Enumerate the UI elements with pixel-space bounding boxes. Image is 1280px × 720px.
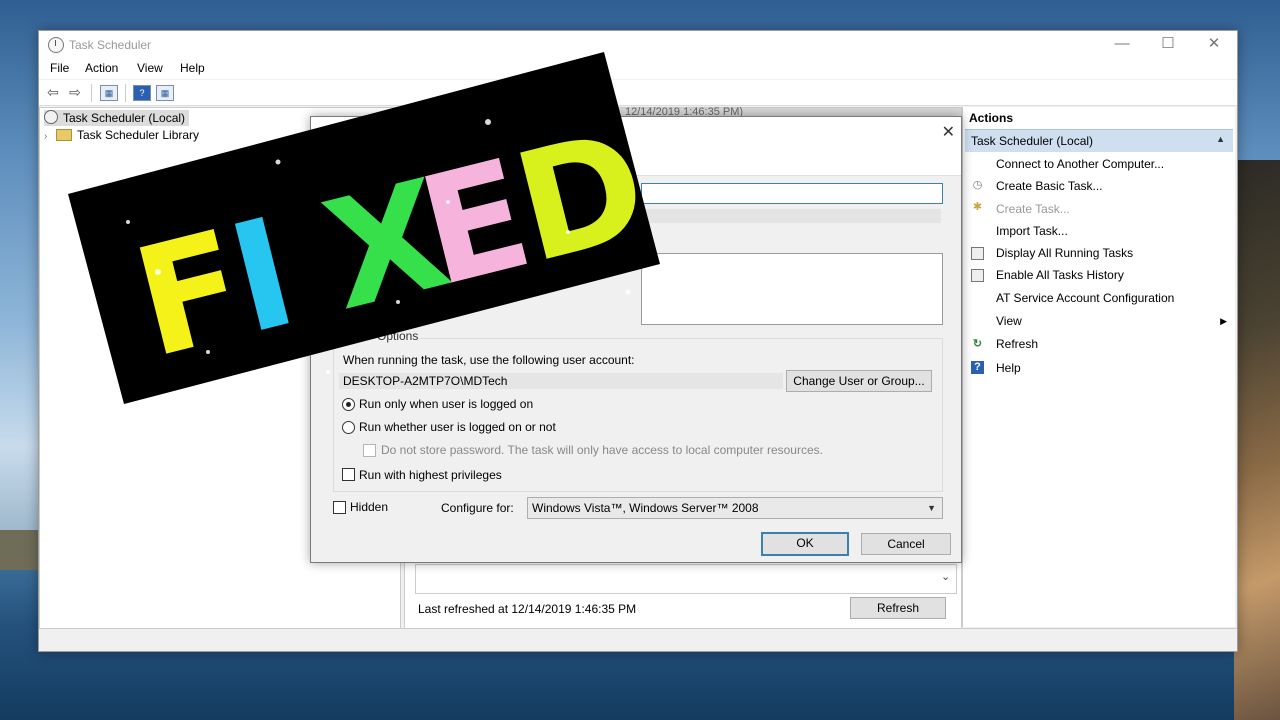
actions-section-label: Task Scheduler (Local): [971, 134, 1094, 148]
task-name-input[interactable]: [641, 183, 943, 204]
security-options-title: Options: [375, 329, 421, 343]
show-hide-console-tree-icon[interactable]: ▦: [100, 85, 118, 101]
close-icon[interactable]: ✕: [942, 122, 955, 142]
description-input[interactable]: [641, 253, 943, 325]
tree-item-task-scheduler-library[interactable]: › Task Scheduler Library: [44, 127, 199, 143]
folder-icon: [56, 129, 72, 141]
ok-button[interactable]: OK: [761, 532, 849, 556]
toolbar-separator: [125, 84, 126, 102]
maximize-button[interactable]: ☐: [1145, 31, 1191, 59]
chevron-down-icon: ▼: [927, 503, 936, 513]
clock-icon: [44, 110, 58, 124]
dialog-tabs: [311, 147, 961, 176]
action-enable-history[interactable]: Enable All Tasks History: [996, 268, 1124, 282]
action-create-basic-task[interactable]: Create Basic Task...: [996, 179, 1103, 193]
refresh-icon: ↻: [972, 338, 983, 350]
action-connect[interactable]: Connect to Another Computer...: [996, 157, 1164, 171]
chevron-right-icon[interactable]: ›: [44, 129, 56, 145]
show-hide-action-pane-icon[interactable]: ▦: [156, 85, 174, 101]
menu-view[interactable]: View: [137, 61, 163, 75]
action-display-running[interactable]: Display All Running Tasks: [996, 246, 1133, 260]
tree-item-label: Task Scheduler Library: [77, 128, 200, 142]
menu-help[interactable]: Help: [180, 61, 205, 75]
arrow-right-icon[interactable]: ⇨: [66, 83, 84, 101]
menu-action[interactable]: Action: [85, 61, 118, 75]
refresh-button[interactable]: Refresh: [850, 597, 946, 619]
status-bar: [39, 628, 1237, 651]
close-button[interactable]: ✕: [1191, 31, 1237, 59]
chevron-right-icon: ▶: [1220, 316, 1227, 326]
action-refresh[interactable]: Refresh: [996, 337, 1038, 351]
history-icon: [971, 269, 984, 282]
last-refreshed-text: Last refreshed at 12/14/2019 1:46:35 PM: [418, 602, 637, 616]
tree-item-label: Task Scheduler (Local): [63, 111, 186, 125]
cancel-button[interactable]: Cancel: [861, 533, 951, 555]
title-bar[interactable]: Task Scheduler — ☐ ✕: [39, 31, 1237, 59]
tree-item-task-scheduler-local[interactable]: Task Scheduler (Local): [44, 110, 190, 126]
action-at-service[interactable]: AT Service Account Configuration: [996, 291, 1174, 305]
desktop-shore: [0, 530, 40, 570]
account-prompt: When running the task, use the following…: [343, 353, 635, 367]
action-create-task[interactable]: Create Task...: [996, 202, 1070, 216]
change-user-button[interactable]: Change User or Group...: [786, 370, 932, 392]
clock-icon: ◷: [972, 179, 983, 191]
radio-logged-on-or-not-label[interactable]: Run whether user is logged on or not: [359, 420, 556, 434]
clock-icon: [48, 37, 64, 53]
active-tasks-list[interactable]: [415, 564, 957, 594]
dialog-title-bar[interactable]: ✕: [311, 117, 961, 147]
arrow-left-icon[interactable]: ⇦: [44, 83, 62, 101]
desktop-rocks: [1234, 160, 1280, 720]
highest-privileges-checkbox[interactable]: [342, 468, 355, 481]
menu-bar: File Action View Help: [39, 59, 1237, 79]
collapse-icon[interactable]: ▲: [1216, 134, 1225, 144]
action-import-task[interactable]: Import Task...: [996, 224, 1068, 238]
minimize-button[interactable]: —: [1099, 31, 1145, 59]
chevron-down-icon[interactable]: ⌄: [941, 570, 950, 583]
actions-pane: Actions Task Scheduler (Local) ▲ Connect…: [962, 107, 1235, 627]
actions-section-header[interactable]: Task Scheduler (Local) ▲: [965, 129, 1233, 152]
hidden-label[interactable]: Hidden: [350, 500, 388, 514]
help-icon: ?: [971, 361, 984, 374]
toolbar-separator: [91, 84, 92, 102]
action-view[interactable]: View: [996, 314, 1022, 328]
radio-logged-on-or-not[interactable]: [342, 421, 355, 434]
actions-title: Actions: [969, 111, 1014, 125]
radio-logged-on-label[interactable]: Run only when user is logged on: [359, 397, 533, 411]
user-account-field: DESKTOP-A2MTP7O\MDTech: [339, 373, 783, 389]
location-field: [641, 209, 941, 223]
toolbar: ⇦ ⇨ ▦ ? ▦: [39, 80, 1237, 106]
help-icon[interactable]: ?: [133, 85, 151, 101]
do-not-store-password-label: Do not store password. The task will onl…: [381, 443, 823, 457]
action-help[interactable]: Help: [996, 361, 1021, 375]
create-task-dialog: ✕ Options When running the task, use the…: [310, 116, 962, 563]
highest-privileges-label[interactable]: Run with highest privileges: [359, 468, 502, 482]
tasks-icon: [971, 247, 984, 260]
menu-file[interactable]: File: [50, 61, 69, 75]
do-not-store-password-checkbox[interactable]: [363, 444, 376, 457]
configure-for-value: Windows Vista™, Windows Server™ 2008: [532, 501, 759, 515]
configure-for-select[interactable]: Windows Vista™, Windows Server™ 2008 ▼: [527, 497, 943, 519]
task-icon: ✱: [972, 201, 983, 213]
hidden-checkbox[interactable]: [333, 501, 346, 514]
radio-logged-on[interactable]: [342, 398, 355, 411]
configure-for-label: Configure for:: [441, 501, 514, 515]
window-title: Task Scheduler: [69, 38, 152, 52]
